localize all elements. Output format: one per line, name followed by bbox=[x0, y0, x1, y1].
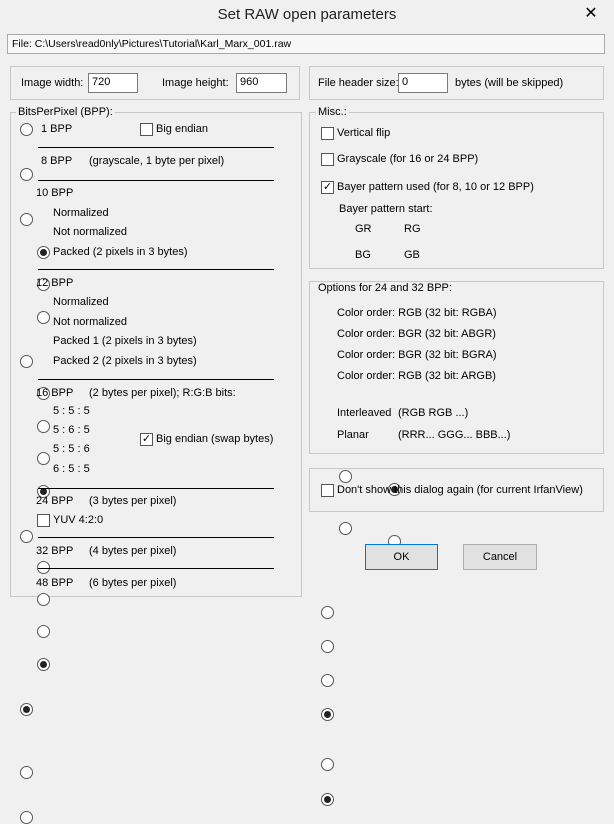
color-order-rgba-label[interactable]: Color order: RGB (32 bit: RGBA) bbox=[337, 307, 497, 319]
bayer-start-label: Bayer pattern start: bbox=[339, 203, 433, 215]
color-order-argb-radio[interactable] bbox=[321, 708, 334, 721]
bpp-12-radio[interactable] bbox=[20, 355, 33, 368]
bpp-8-radio[interactable] bbox=[20, 168, 33, 181]
bpp-10-label[interactable]: 10 BPP bbox=[36, 187, 73, 199]
bpp-32-radio[interactable] bbox=[20, 766, 33, 779]
bpp-24-label[interactable]: 24 BPP bbox=[36, 495, 73, 507]
bpp-12-normalized-label[interactable]: Normalized bbox=[53, 296, 109, 308]
separator bbox=[38, 379, 274, 380]
dont-show-label[interactable]: Don't show this dialog again (for curren… bbox=[337, 484, 583, 496]
bayer-pattern-label[interactable]: Bayer pattern used (for 8, 10 or 12 BPP) bbox=[337, 181, 534, 193]
bpp-24-radio[interactable] bbox=[20, 703, 33, 716]
planar-radio[interactable] bbox=[321, 793, 334, 806]
yuv-checkbox[interactable] bbox=[37, 514, 50, 527]
bayer-rg-label[interactable]: RG bbox=[404, 223, 421, 235]
bpp-12-not-normalized-radio[interactable] bbox=[37, 420, 50, 433]
vertical-flip-label[interactable]: Vertical flip bbox=[337, 127, 390, 139]
bayer-gb-label[interactable]: GB bbox=[404, 249, 420, 261]
bpp-16-655-label[interactable]: 6 : 5 : 5 bbox=[53, 463, 90, 475]
bpp-12-not-normalized-label[interactable]: Not normalized bbox=[53, 316, 127, 328]
cancel-button[interactable]: Cancel bbox=[463, 544, 537, 570]
header-size-suffix: bytes (will be skipped) bbox=[455, 77, 564, 89]
separator bbox=[38, 488, 274, 489]
bpp-16-description: (2 bytes per pixel); R:G:B bits: bbox=[89, 387, 236, 399]
bpp-32-description: (4 bytes per pixel) bbox=[89, 545, 177, 557]
bpp-16-555-label[interactable]: 5 : 5 : 5 bbox=[53, 405, 90, 417]
big-endian-checkbox[interactable] bbox=[140, 123, 153, 136]
header-size-label: File header size: bbox=[318, 77, 399, 89]
window-title: Set RAW open parameters bbox=[217, 6, 397, 23]
yuv-label[interactable]: YUV 4:2:0 bbox=[53, 514, 103, 526]
color-order-abgr-label[interactable]: Color order: BGR (32 bit: ABGR) bbox=[337, 328, 496, 340]
bpp-16-565-radio[interactable] bbox=[37, 593, 50, 606]
color-order-bgra-radio[interactable] bbox=[321, 674, 334, 687]
color-order-abgr-radio[interactable] bbox=[321, 640, 334, 653]
options-24-32-legend: Options for 24 and 32 BPP: bbox=[316, 282, 454, 294]
close-icon: ✕ bbox=[584, 5, 598, 22]
bpp-48-label[interactable]: 48 BPP bbox=[36, 577, 73, 589]
bpp-12-packed1-radio[interactable] bbox=[37, 452, 50, 465]
planar-description: (RRR... GGG... BBB...) bbox=[398, 429, 511, 441]
image-height-input[interactable]: 960 bbox=[236, 73, 287, 93]
interleaved-radio[interactable] bbox=[321, 758, 334, 771]
bayer-bg-label[interactable]: BG bbox=[355, 249, 371, 261]
bpp-10-normalized-radio[interactable] bbox=[37, 246, 50, 259]
bpp-16-radio[interactable] bbox=[20, 530, 33, 543]
bpp-16-556-radio[interactable] bbox=[37, 625, 50, 638]
big-endian-label[interactable]: Big endian bbox=[156, 123, 208, 135]
bpp-10-not-normalized-label[interactable]: Not normalized bbox=[53, 226, 127, 238]
bpp-16-556-label[interactable]: 5 : 5 : 6 bbox=[53, 443, 90, 455]
dont-show-checkbox[interactable] bbox=[321, 484, 334, 497]
swap-bytes-checkbox[interactable]: ✓ bbox=[140, 433, 153, 446]
bpp-10-radio[interactable] bbox=[20, 213, 33, 226]
bpp-8-label[interactable]: 8 BPP bbox=[41, 155, 72, 167]
bpp-16-655-radio[interactable] bbox=[37, 658, 50, 671]
vertical-flip-checkbox[interactable] bbox=[321, 127, 334, 140]
bpp-10-normalized-label[interactable]: Normalized bbox=[53, 207, 109, 219]
bpp-legend: BitsPerPixel (BPP): bbox=[16, 106, 115, 118]
bpp-16-label[interactable]: 16 BPP bbox=[36, 387, 73, 399]
bpp-12-packed2-label[interactable]: Packed 2 (2 pixels in 3 bytes) bbox=[53, 355, 197, 367]
close-button[interactable]: ✕ bbox=[571, 2, 611, 24]
grayscale-checkbox[interactable] bbox=[321, 153, 334, 166]
bpp-48-description: (6 bytes per pixel) bbox=[89, 577, 177, 589]
bpp-32-label[interactable]: 32 BPP bbox=[36, 545, 73, 557]
image-width-label: Image width: bbox=[21, 77, 84, 89]
separator bbox=[38, 269, 274, 270]
header-size-input[interactable]: 0 bbox=[398, 73, 448, 93]
interleaved-description: (RGB RGB ...) bbox=[398, 407, 469, 419]
file-path-display: File: C:\Users\read0nly\Pictures\Tutoria… bbox=[7, 34, 605, 54]
bpp-12-packed1-label[interactable]: Packed 1 (2 pixels in 3 bytes) bbox=[53, 335, 197, 347]
bpp-10-packed-label[interactable]: Packed (2 pixels in 3 bytes) bbox=[53, 246, 188, 258]
color-order-argb-label[interactable]: Color order: RGB (32 bit: ARGB) bbox=[337, 370, 496, 382]
bayer-pattern-checkbox[interactable]: ✓ bbox=[321, 181, 334, 194]
bpp-48-radio[interactable] bbox=[20, 811, 33, 824]
bpp-24-description: (3 bytes per pixel) bbox=[89, 495, 177, 507]
bpp-8-description: (grayscale, 1 byte per pixel) bbox=[89, 155, 225, 167]
separator bbox=[38, 180, 274, 181]
ok-button[interactable]: OK bbox=[365, 544, 438, 570]
bpp-10-packed-radio[interactable] bbox=[37, 311, 50, 324]
planar-label[interactable]: Planar bbox=[337, 429, 369, 441]
image-width-input[interactable]: 720 bbox=[88, 73, 138, 93]
bpp-16-565-label[interactable]: 5 : 6 : 5 bbox=[53, 424, 90, 436]
bayer-bg-radio[interactable] bbox=[339, 522, 352, 535]
color-order-bgra-label[interactable]: Color order: BGR (32 bit: BGRA) bbox=[337, 349, 497, 361]
color-order-rgba-radio[interactable] bbox=[321, 606, 334, 619]
bayer-gr-label[interactable]: GR bbox=[355, 223, 372, 235]
bpp-1-label[interactable]: 1 BPP bbox=[41, 123, 72, 135]
separator bbox=[38, 537, 274, 538]
grayscale-label[interactable]: Grayscale (for 16 or 24 BPP) bbox=[337, 153, 478, 165]
misc-legend: Misc.: bbox=[316, 106, 349, 118]
interleaved-label[interactable]: Interleaved bbox=[337, 407, 391, 419]
image-height-label: Image height: bbox=[162, 77, 229, 89]
bpp-1-radio[interactable] bbox=[20, 123, 33, 136]
swap-bytes-label[interactable]: Big endian (swap bytes) bbox=[156, 433, 273, 445]
separator bbox=[38, 568, 274, 569]
bpp-12-label[interactable]: 12 BPP bbox=[36, 277, 73, 289]
separator bbox=[38, 147, 274, 148]
